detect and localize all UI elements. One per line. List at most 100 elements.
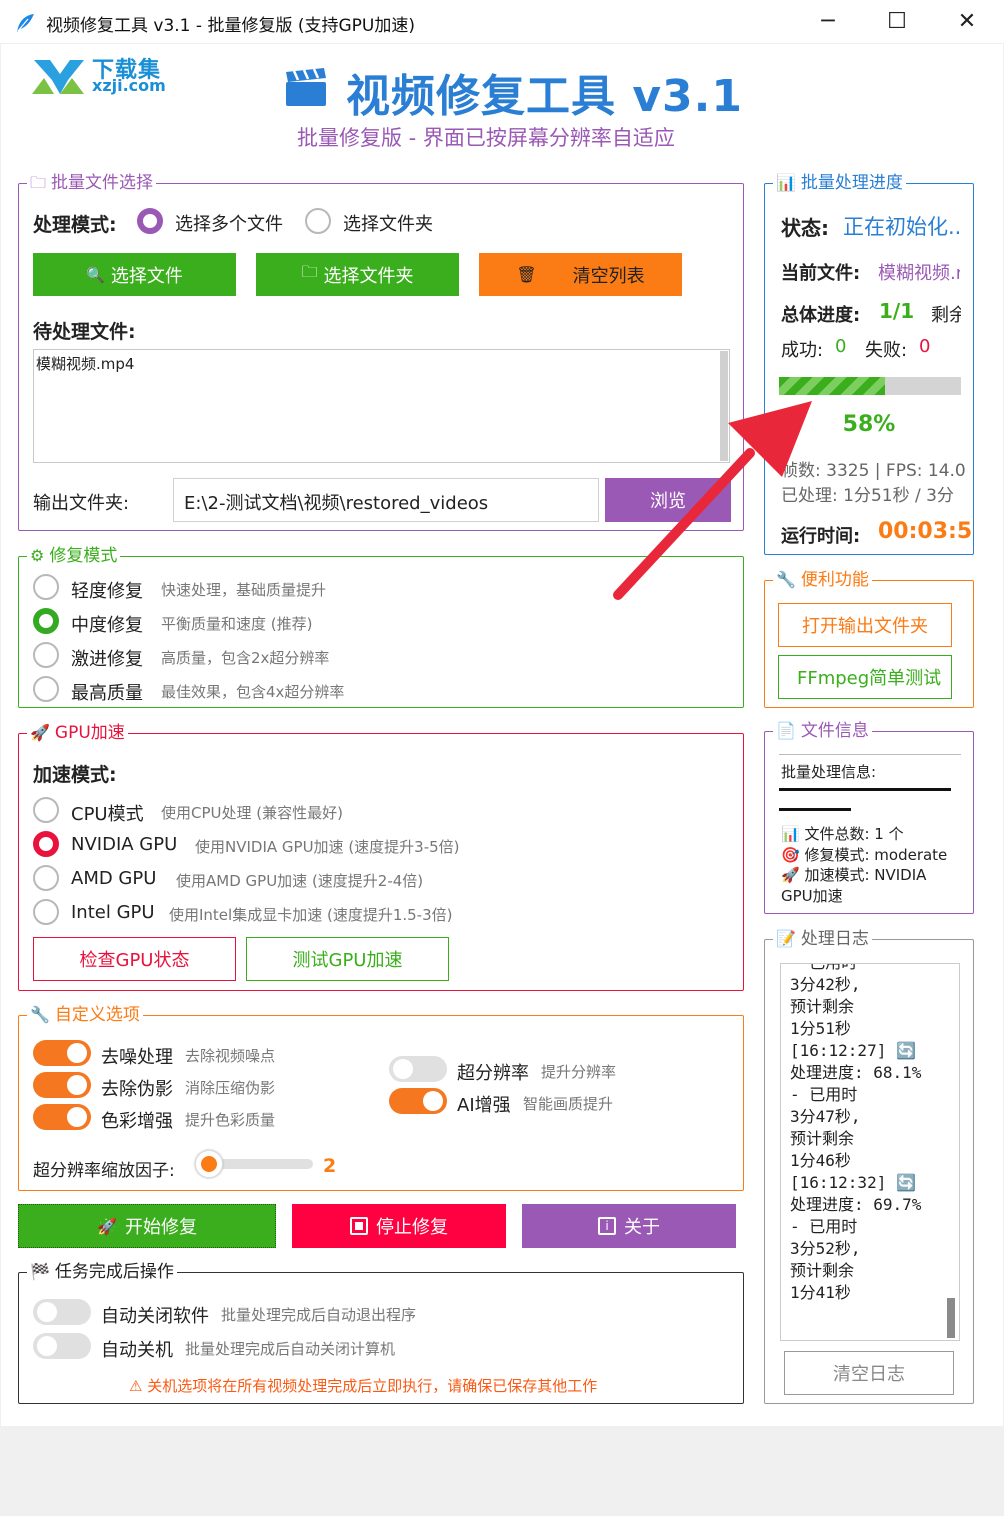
radio-intel-gpu[interactable] [33,899,59,925]
file-info-divider-short [779,808,851,811]
radio-folder[interactable] [305,208,331,234]
radio-intel-gpu-label[interactable]: Intel GPU [71,902,155,923]
warning-icon: ⚠ [129,1377,148,1395]
ai-enhance-label: AI增强 [457,1095,511,1116]
radio-cpu-mode-label[interactable]: CPU模式 [71,800,144,826]
ffmpeg-test-button[interactable]: FFmpeg简单测试 [778,655,952,699]
custom-options-group: 🔧 自定义选项 去噪处理 去除视频噪点 去除伪影 消除压缩伪影 色彩增强 提升色彩… [18,1003,744,1191]
nvidia-gpu-hint: 使用NVIDIA GPU加速 (速度提升3-5倍) [195,838,460,856]
start-repair-button[interactable]: 🚀 开始修复 [18,1204,276,1248]
output-folder-field[interactable]: E:\2-测试文档\视频\restored_videos [173,478,599,522]
current-file-label: 当前文件: [781,263,861,284]
radio-max-quality[interactable] [33,676,59,702]
radio-cpu-mode[interactable] [33,797,59,823]
super-resolution-label: 超分辨率 [457,1063,529,1084]
color-enhance-hint: 提升色彩质量 [185,1111,276,1129]
custom-legend: 自定义选项 [54,1005,140,1025]
status-value: 正在初始化... [843,215,959,239]
select-folder-button[interactable]: 🗀 选择文件夹 [256,253,459,296]
toggle-ai-enhance[interactable] [389,1088,447,1114]
edit-icon: 📝 [776,929,796,948]
file-info-title: 批量处理信息: [781,763,877,781]
radio-light-repair[interactable] [33,574,59,600]
radio-multiple-files-label[interactable]: 选择多个文件 [175,210,283,236]
radio-light-repair-label[interactable]: 轻度修复 [71,577,143,603]
toggle-deartifact[interactable] [33,1072,91,1098]
after-task-group: 🏁 任务完成后操作 自动关闭软件 批量处理完成后自动退出程序 自动关机 批量处理完… [18,1260,744,1404]
select-files-button[interactable]: 🔍 选择文件 [33,253,236,296]
scale-factor-value: 2 [323,1155,337,1177]
scale-factor-slider[interactable] [209,1159,313,1169]
radio-amd-gpu-label[interactable]: AMD GPU [71,868,156,889]
denoise-label: 去噪处理 [101,1047,173,1068]
toggle-color-enhance[interactable] [33,1104,91,1130]
shutdown-warning: 关机选项将在所有视频处理完成后立即执行，请确保已保存其他工作 [147,1377,598,1395]
log-legend: 处理日志 [800,929,869,949]
radio-medium-repair[interactable] [33,608,59,634]
log-line: [16:12:27] 🔄 [790,1041,916,1060]
log-line: 预计剩余 [790,1261,855,1280]
radio-nvidia-gpu-label[interactable]: NVIDIA GPU [71,834,177,855]
radio-medium-repair-label[interactable]: 中度修复 [71,611,143,637]
file-select-legend: 批量文件选择 [51,173,154,193]
runtime-value: 00:03:5 [878,519,973,544]
clear-log-button[interactable]: 清空日志 [784,1351,954,1395]
auto-shutdown-label: 自动关机 [101,1340,173,1361]
toggle-auto-shutdown[interactable] [33,1333,91,1359]
list-item[interactable]: 模糊视频.mp4 [36,353,134,374]
log-line: - 已用时 [790,1085,858,1104]
open-output-folder-button[interactable]: 打开输出文件夹 [778,603,952,647]
checkered-flag-icon: 🏁 [30,1262,50,1281]
log-line: 3分47秒, [790,1107,861,1126]
watermark-url: xzji.com [92,76,166,95]
log-textbox[interactable]: - 已用时 3分42秒, 预计剩余 1分51秒 [16:12:27] 🔄 处理进… [780,963,960,1341]
radio-max-quality-label[interactable]: 最高质量 [71,679,143,705]
radio-amd-gpu[interactable] [33,865,59,891]
repair-mode-text: 修复模式: moderate [804,846,948,864]
stop-icon [350,1217,368,1235]
log-scrollbar[interactable] [947,1298,955,1338]
slider-handle[interactable] [195,1150,223,1178]
search-icon: 🔍 [86,265,105,284]
toggle-super-resolution[interactable] [389,1056,447,1082]
medium-repair-hint: 平衡质量和速度 (推荐) [161,615,313,633]
radio-nvidia-gpu[interactable] [33,831,59,857]
deartifact-hint: 消除压缩伪影 [185,1079,276,1097]
about-button[interactable]: i 关于 [522,1204,736,1248]
color-enhance-label: 色彩增强 [101,1111,173,1132]
fail-value: 0 [919,336,931,357]
check-gpu-button[interactable]: 检查GPU状态 [33,937,236,981]
clear-list-button[interactable]: 🗑 清空列表 [479,253,682,296]
test-gpu-button[interactable]: 测试GPU加速 [246,937,449,981]
gear-icon: ⚙ [30,546,45,565]
radio-aggressive-repair-label[interactable]: 激进修复 [71,645,143,671]
log-line: 3分42秒, [790,975,861,994]
radio-aggressive-repair[interactable] [33,642,59,668]
fail-label: 失败: [865,340,908,361]
file-info-divider [779,788,951,791]
log-line: 1分41秒 [790,1283,851,1302]
amd-gpu-hint: 使用AMD GPU加速 (速度提升2-4倍) [176,872,424,890]
log-line: - 已用时 [790,964,921,974]
progress-bar-fill [779,377,885,395]
document-icon: 📄 [776,721,796,740]
radio-folder-label[interactable]: 选择文件夹 [343,210,433,236]
toggle-denoise[interactable] [33,1040,91,1066]
toggle-auto-exit[interactable] [33,1299,91,1325]
super-resolution-hint: 提升分辨率 [541,1063,617,1081]
log-line: 预计剩余 [790,997,855,1016]
minimize-button[interactable]: ─ [805,6,851,38]
file-info-text: 批量处理信息: 📊 文件总数: 1 个 🎯 修复模式: moderate 🚀 加… [779,754,961,905]
rocket-icon: 🚀 [30,723,50,742]
info-icon: i [598,1217,616,1235]
rocket-icon: 🚀 [781,866,805,884]
radio-multiple-files[interactable] [137,208,163,234]
cpu-mode-hint: 使用CPU处理 (兼容性最好) [161,804,343,822]
rocket-icon: 🚀 [97,1216,117,1236]
maximize-button[interactable]: ☐ [874,6,920,38]
log-line: 1分46秒 [790,1151,851,1170]
stop-repair-button[interactable]: 停止修复 [292,1204,506,1248]
close-button[interactable]: ✕ [944,6,990,38]
feather-app-icon [17,14,34,32]
file-info-legend: 文件信息 [800,721,869,741]
